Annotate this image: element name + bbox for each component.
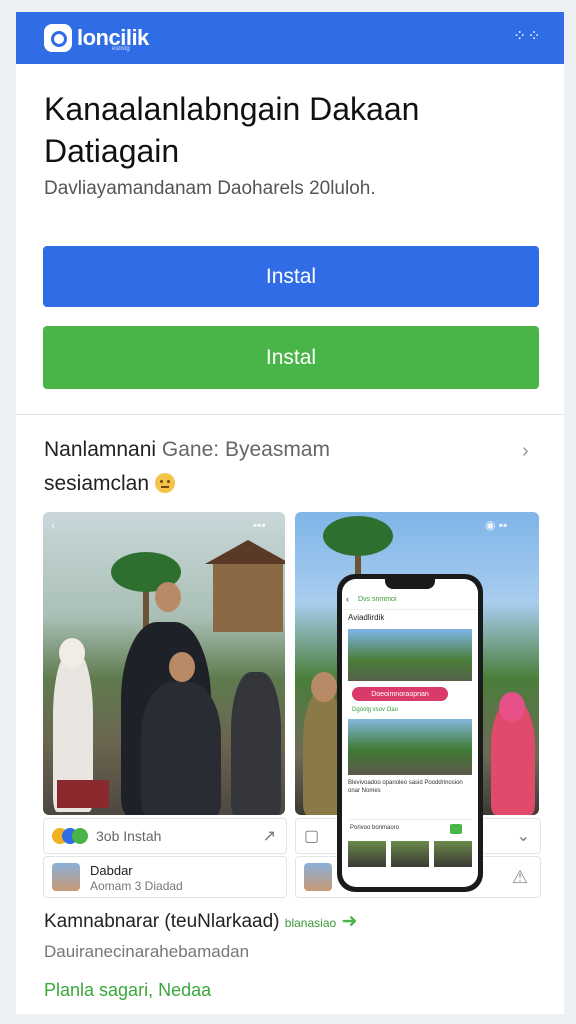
phone-topbar-label: Dvs snmmoi [358, 596, 397, 603]
footer-link[interactable]: Planla sagari, Nedaa [44, 980, 211, 1001]
house-image [205, 540, 285, 632]
page-subtitle: Davliayamandanam Daoharels 20luloh. [44, 178, 376, 199]
phone-mockup: ‹ Dvs snmmoi Aviadlirdik Doeoimnoraopnan… [337, 574, 483, 892]
emoji-icon [155, 473, 176, 493]
section-subheading-text: sesiamclan [44, 472, 150, 495]
phone-thumbnails [348, 841, 472, 867]
arrow-right-icon: ➜ [341, 911, 358, 932]
avatar [304, 863, 332, 891]
avatar [52, 863, 80, 891]
install-button-primary[interactable]: Instal [43, 246, 539, 307]
person-head [155, 582, 181, 612]
top-bar: loncilik esbstg ⁘⁘ [16, 12, 564, 64]
comment-icon[interactable]: ▢ [304, 826, 319, 846]
app-card: loncilik esbstg ⁘⁘ Kanaalanlabngain Daka… [16, 12, 564, 1014]
phone-notch [385, 579, 435, 589]
status-icons: ▪▪▪ [253, 518, 266, 532]
section-heading: Nanlamnani Gane: Byeasmam [44, 438, 330, 462]
phone-image [348, 629, 472, 681]
card-caption-row[interactable]: 3ob Instah ↗ [43, 818, 287, 854]
person-figure [231, 672, 281, 815]
footer-title: Kamnabnarar (teuNlarkaad) blanasiao ➜ [44, 910, 357, 933]
install-button-secondary[interactable]: Instal [43, 326, 539, 389]
footer-title-text: Kamnabnarar (teuNlarkaad) [44, 911, 280, 932]
card-user-row[interactable]: Dabdar Aomam 3 Diadad [43, 856, 287, 898]
phone-topbar: ‹ Dvs snmmoi [342, 591, 478, 610]
dots-grid-icon[interactable]: ⁘⁘ [513, 29, 541, 45]
section-heading-main: Nanlamnani [44, 438, 157, 461]
phone-pill-button: Doeoimnoraopnan [352, 687, 448, 701]
phone-green-button [450, 824, 462, 834]
page-title: Kanaalanlabngain Dakaan Datiagain [44, 91, 420, 169]
chevron-down-icon[interactable]: ⌄ [517, 826, 530, 846]
card-caption: 3ob Instah [96, 828, 162, 844]
chevron-right-icon[interactable]: › [522, 440, 529, 463]
status-icons: ◉ ▪▪ [485, 518, 508, 532]
warning-icon[interactable]: ⚠ [512, 867, 528, 888]
person-figure [141, 682, 221, 815]
section-subheading: sesiamclan [44, 472, 176, 496]
back-arrow-icon: ‹ [346, 594, 349, 604]
section-divider [16, 414, 564, 415]
footer-description: Dauiranecinarahebamadan [44, 942, 250, 961]
gallery-photo-left[interactable]: ‹ ▪▪▪ [43, 512, 285, 815]
phone-line: Dgoolg vsov Oao [352, 707, 399, 713]
phone-bar-text: Ponvoo bonmaoro [350, 825, 400, 831]
cloth-bag-image [57, 780, 109, 808]
reaction-icons [52, 828, 92, 844]
share-icon[interactable]: ↗ [263, 826, 276, 846]
person-head [311, 672, 337, 702]
phone-text: Blevivoadoo opanoleo sasid Pooddrinosion… [348, 780, 463, 794]
user-name: Dabdar [90, 863, 133, 878]
section-heading-muted: Gane: Byeasmam [156, 438, 330, 461]
person-head [59, 638, 85, 668]
person-head [499, 692, 525, 722]
footer-title-tag: blanasiao [284, 916, 337, 930]
palm-leaves [323, 516, 393, 556]
brand-subtitle: esbstg [112, 46, 130, 52]
phone-screen: ‹ Dvs snmmoi Aviadlirdik Doeoimnoraopnan… [342, 579, 478, 887]
person-head [169, 652, 195, 682]
phone-image [348, 719, 472, 775]
back-arrow-icon[interactable]: ‹ [51, 518, 55, 532]
app-logo-icon [44, 24, 72, 52]
user-meta: Aomam 3 Diadad [90, 879, 183, 893]
phone-bar: Ponvoo bonmaoro [348, 819, 472, 838]
phone-app-name: Aviadlirdik [348, 613, 385, 622]
